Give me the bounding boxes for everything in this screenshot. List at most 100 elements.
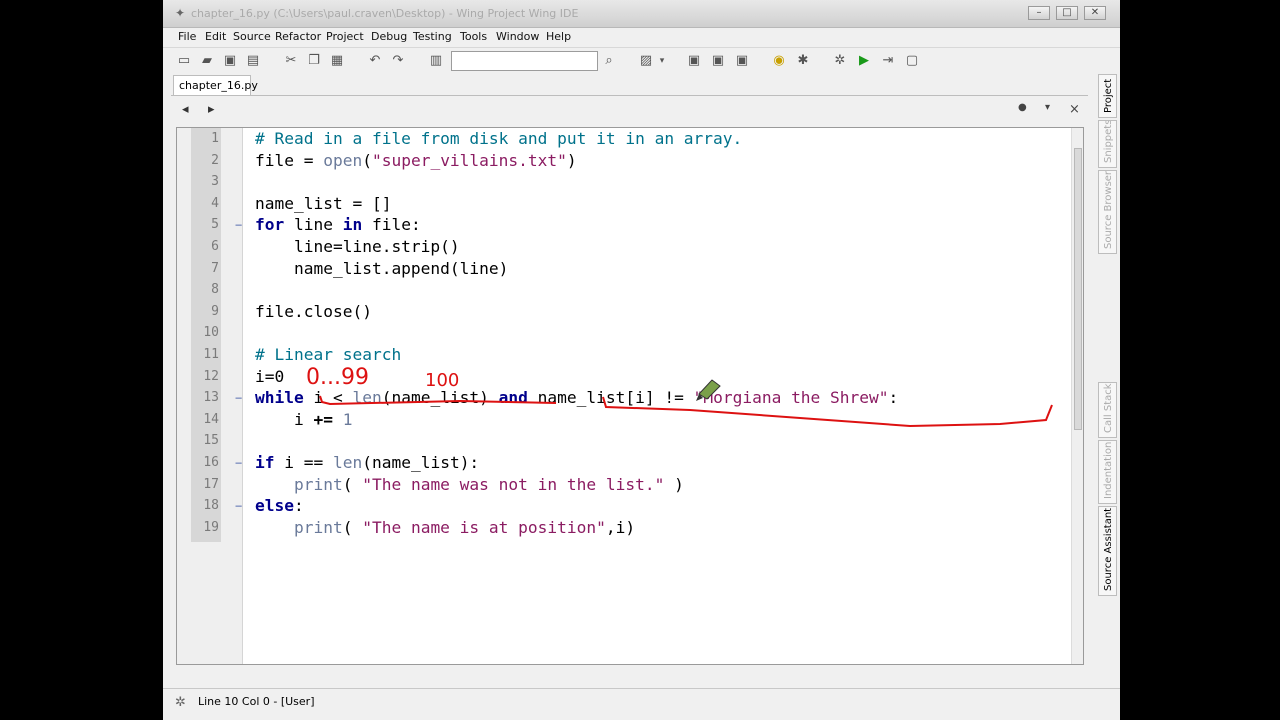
open-folder-icon[interactable]: ▰ [199, 53, 215, 69]
code-line: name_list.append(line) [255, 258, 508, 280]
search-input[interactable] [451, 51, 598, 71]
code-line: while i < len(name_list) and name_list[i… [255, 387, 898, 409]
step-out-icon[interactable]: ▣ [734, 53, 750, 69]
code-keyword: else [255, 496, 294, 516]
menu-debug[interactable]: Debug [371, 30, 407, 43]
line-number: 18 [203, 498, 219, 514]
fold-marker-icon[interactable]: − [235, 457, 245, 469]
step-over-icon[interactable]: ▣ [710, 53, 726, 69]
new-file-icon[interactable]: ▭ [176, 53, 192, 69]
stop-icon[interactable]: ▢ [904, 53, 920, 69]
side-tab-call-stack[interactable]: Call Stack [1098, 382, 1117, 438]
line-number: 2 [211, 152, 219, 168]
tab-chapter-16[interactable]: chapter_16.py [173, 75, 258, 95]
debug-icon[interactable]: ✱ [795, 53, 811, 69]
chevron-down-icon[interactable]: ▾ [1045, 102, 1050, 113]
menu-refactor[interactable]: Refactor [275, 30, 321, 43]
code-string: "The name was not in the list." [362, 474, 665, 494]
cut-icon[interactable]: ✂ [283, 53, 299, 69]
code-editor[interactable]: 1 2 3 4 5 6 7 8 9 10 11 12 13 14 15 16 1… [176, 127, 1084, 665]
code-text: name_list[i] != [527, 388, 694, 408]
wing-icon: ✦ [174, 6, 186, 20]
code-builtin: len [332, 453, 363, 472]
line-number: 16 [203, 455, 219, 470]
menu-help[interactable]: Help [546, 30, 571, 43]
status-text: Line 10 Col 0 - [User] [198, 695, 315, 708]
options-dot-icon[interactable]: ● [1018, 102, 1027, 113]
breakpoint-icon[interactable]: ✲ [832, 53, 848, 69]
copy-icon[interactable]: ❐ [306, 53, 322, 69]
menu-source[interactable]: Source [233, 30, 271, 43]
code-keyword: while [255, 388, 304, 408]
menu-bar: File Edit Source Refactor Project Debug … [163, 28, 1120, 46]
code-text: i == [274, 453, 333, 472]
line-number: 10 [203, 325, 219, 341]
chevron-down-icon[interactable]: ▾ [654, 53, 670, 69]
vertical-scroll-thumb[interactable] [1074, 148, 1082, 430]
code-line: for line in file: [255, 214, 421, 236]
run-icon[interactable]: ▶ [856, 53, 872, 69]
gutter: 1 2 3 4 5 6 7 8 9 10 11 12 13 14 15 16 1… [177, 128, 243, 664]
code-builtin: print [293, 474, 343, 494]
fold-marker-icon[interactable]: − [235, 500, 245, 512]
paste-icon[interactable]: ▦ [329, 53, 345, 69]
maximize-button[interactable]: □ [1056, 6, 1078, 20]
side-tab-snippets[interactable]: Snippets [1098, 120, 1117, 168]
line-number: 15 [203, 433, 219, 449]
fold-marker-icon[interactable]: − [235, 392, 245, 404]
back-arrow-icon[interactable]: ◂ [182, 102, 189, 117]
menu-tools[interactable]: Tools [460, 30, 487, 43]
step-icon[interactable]: ⇥ [880, 53, 896, 69]
code-comment: # Read in a file from disk and put it in… [255, 129, 743, 148]
forward-arrow-icon[interactable]: ▸ [208, 102, 215, 117]
code-text: name_list.append(line) [255, 258, 509, 278]
undo-icon[interactable]: ↶ [367, 53, 383, 69]
line-number: 7 [211, 260, 219, 276]
save-all-icon[interactable]: ▤ [245, 53, 261, 69]
menu-file[interactable]: File [178, 30, 196, 43]
code-line: name_list = [] [255, 193, 391, 215]
redo-icon[interactable]: ↷ [390, 53, 406, 69]
fold-marker-icon[interactable]: − [235, 219, 245, 231]
side-tab-source-browser[interactable]: Source Browser [1098, 170, 1117, 254]
code-line: file.close() [255, 301, 372, 323]
line-number: 19 [203, 519, 219, 535]
code-text: ) [664, 474, 684, 494]
code-text: name_list = [] [255, 193, 392, 213]
python-icon[interactable]: ◉ [771, 53, 787, 69]
line-number: 13 [203, 390, 219, 406]
line-number: 11 [203, 347, 219, 362]
line-number: 14 [203, 411, 219, 427]
menu-window[interactable]: Window [496, 30, 539, 43]
code-line: # Linear search [255, 344, 401, 366]
debug-config-icon[interactable]: ▨ [638, 53, 654, 69]
save-icon[interactable]: ▣ [222, 53, 238, 69]
close-button[interactable]: ✕ [1084, 6, 1106, 20]
horizontal-scrollbar[interactable] [177, 664, 1071, 665]
code-text: line [284, 215, 343, 235]
side-tab-indentation[interactable]: Indentation [1098, 440, 1117, 504]
code-text: i [255, 409, 314, 429]
side-tab-project[interactable]: Project [1098, 74, 1117, 118]
code-line: else: [255, 495, 304, 517]
vertical-scrollbar[interactable] [1071, 128, 1083, 664]
side-tab-source-assistant[interactable]: Source Assistant [1098, 506, 1117, 596]
indent-icon[interactable]: ▥ [428, 53, 444, 69]
menu-edit[interactable]: Edit [205, 30, 226, 43]
menu-testing[interactable]: Testing [413, 30, 452, 43]
status-bar: ✲ Line 10 Col 0 - [User] [163, 688, 1120, 714]
code-line: file = open("super_villains.txt") [255, 150, 577, 172]
step-into-icon[interactable]: ▣ [686, 53, 702, 69]
search-icon[interactable]: ⌕ [601, 53, 617, 69]
code-builtin: open [323, 150, 363, 170]
code-text: (name_list) [381, 388, 499, 408]
editor-close-button[interactable]: × [1069, 102, 1080, 117]
toolbar: ▭ ▰ ▣ ▤ ✂ ❐ ▦ ↶ ↷ ▥ ⌕ ▨ ▾ ▣ ▣ ▣ ◉ ✱ ✲ ▶ … [163, 47, 1120, 74]
code-text: file = [255, 150, 324, 170]
minimize-button[interactable]: – [1028, 6, 1050, 20]
menu-project[interactable]: Project [326, 30, 364, 43]
line-number: 9 [211, 303, 219, 319]
code-comment: # Linear search [255, 345, 402, 364]
line-number: 17 [203, 476, 219, 492]
